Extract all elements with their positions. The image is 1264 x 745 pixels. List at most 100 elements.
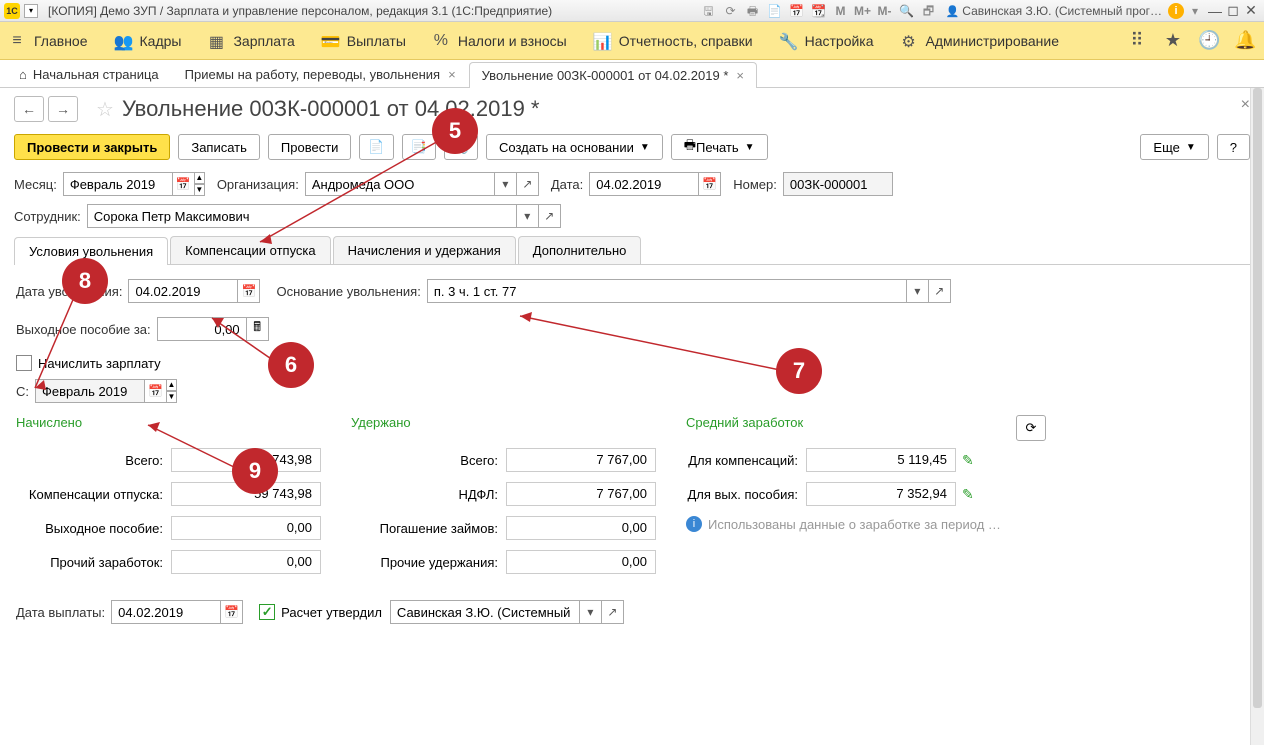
tab-home[interactable]: ⌂Начальная страница bbox=[6, 61, 172, 87]
tb-icon-4[interactable]: 📄 bbox=[766, 2, 784, 20]
menu-admin[interactable]: ⚙Администрирование bbox=[900, 32, 1060, 50]
tab-dismissal-close-icon[interactable]: × bbox=[736, 68, 744, 83]
employee-field[interactable] bbox=[87, 204, 517, 228]
menu-settings[interactable]: 🔧Настройка bbox=[779, 32, 874, 50]
maximize-button[interactable]: ◻ bbox=[1224, 2, 1242, 19]
window-titlebar: 1C ▾ [КОПИЯ] Демо ЗУП / Зарплата и управ… bbox=[0, 0, 1264, 22]
severance-calc-icon[interactable]: 🖩 bbox=[247, 317, 269, 341]
save-button[interactable]: Записать bbox=[178, 134, 260, 160]
month-field[interactable] bbox=[63, 172, 173, 196]
tab-hires-close-icon[interactable]: × bbox=[448, 67, 456, 82]
print-button[interactable]: 🖶 Печать▼ bbox=[671, 134, 768, 160]
month-calendar-icon[interactable]: 📅 bbox=[173, 172, 195, 196]
tb-mminus[interactable]: M- bbox=[876, 2, 894, 20]
print-form-button[interactable]: 📑 bbox=[402, 134, 436, 160]
bell-icon[interactable]: 🔔 bbox=[1234, 30, 1256, 52]
tb-m[interactable]: M bbox=[832, 2, 850, 20]
date-field[interactable] bbox=[589, 172, 699, 196]
approved-checkbox[interactable] bbox=[259, 604, 275, 620]
approved-by-field[interactable] bbox=[390, 600, 580, 624]
people-icon: 👥 bbox=[114, 32, 132, 50]
tb-dropdown-caret[interactable]: ▾ bbox=[1186, 2, 1204, 20]
month-label: Месяц: bbox=[14, 177, 57, 192]
tb-icon-calc[interactable]: 📅 bbox=[788, 2, 806, 20]
calc-salary-checkbox[interactable] bbox=[16, 355, 32, 371]
dismiss-date-field[interactable] bbox=[128, 279, 238, 303]
help-button[interactable]: ? bbox=[1217, 134, 1250, 160]
reason-dropdown-icon[interactable]: ▾ bbox=[907, 279, 929, 303]
tab-hires[interactable]: Приемы на работу, переводы, увольнения× bbox=[172, 61, 469, 87]
info-icon[interactable]: i bbox=[1168, 3, 1184, 19]
from-stepper[interactable]: ▲▼ bbox=[167, 379, 177, 403]
severance-label: Выходное пособие за: bbox=[16, 322, 151, 337]
command-bar: Провести и закрыть Записать Провести 📄 📑… bbox=[14, 134, 1250, 160]
page-close-icon[interactable]: × bbox=[1241, 96, 1250, 114]
reason-open-icon[interactable]: ↗ bbox=[929, 279, 951, 303]
menu-salary[interactable]: ▦Зарплата bbox=[207, 32, 294, 50]
menu-taxes[interactable]: %Налоги и взносы bbox=[432, 32, 567, 50]
number-field bbox=[783, 172, 893, 196]
tb-mplus[interactable]: M+ bbox=[854, 2, 872, 20]
history-icon[interactable]: 🕘 bbox=[1198, 30, 1220, 52]
tb-icon-1[interactable]: 🖫 bbox=[700, 2, 718, 20]
avg-for-comp: 5 119,45 bbox=[806, 448, 956, 472]
close-button[interactable]: ✕ bbox=[1242, 2, 1260, 19]
date-calendar-icon[interactable]: 📅 bbox=[699, 172, 721, 196]
menu-kadry[interactable]: 👥Кадры bbox=[114, 32, 182, 50]
app-logo-icon: 1C bbox=[4, 3, 20, 19]
page-header: ← → ☆ Увольнение 00ЗК-000001 от 04.02.20… bbox=[14, 96, 1250, 122]
paydate-field[interactable] bbox=[111, 600, 221, 624]
menu-main[interactable]: ≡Главное bbox=[8, 32, 88, 50]
titlebar-dropdown-icon[interactable]: ▾ bbox=[24, 4, 38, 18]
minimize-button[interactable]: — bbox=[1206, 3, 1224, 19]
approved-open-icon[interactable]: ↗ bbox=[602, 600, 624, 624]
nav-back-button[interactable]: ← bbox=[14, 96, 44, 122]
favorite-toggle-icon[interactable]: ☆ bbox=[96, 97, 114, 122]
more-button[interactable]: Еще▼ bbox=[1140, 134, 1208, 160]
vertical-scrollbar[interactable] bbox=[1250, 88, 1264, 745]
scrollbar-thumb[interactable] bbox=[1253, 88, 1262, 708]
tab-dismissal[interactable]: Увольнение 00ЗК-000001 от 04.02.2019 *× bbox=[469, 62, 757, 88]
paydate-calendar-icon[interactable]: 📅 bbox=[221, 600, 243, 624]
org-open-icon[interactable]: ↗ bbox=[517, 172, 539, 196]
attach-button[interactable]: 📎 bbox=[444, 134, 478, 160]
approved-dropdown-icon[interactable]: ▾ bbox=[580, 600, 602, 624]
tb-icon-2[interactable]: ⟳ bbox=[722, 2, 740, 20]
month-stepper[interactable]: ▲▼ bbox=[195, 172, 205, 196]
employee-row: Сотрудник: ▾ ↗ bbox=[14, 204, 1250, 228]
chevron-down-icon: ▼ bbox=[745, 142, 755, 153]
org-dropdown-icon[interactable]: ▾ bbox=[495, 172, 517, 196]
nav-forward-button[interactable]: → bbox=[48, 96, 78, 122]
tb-float-icon[interactable]: 🗗 bbox=[920, 2, 938, 20]
doc-flow-button[interactable]: 📄 bbox=[359, 134, 393, 160]
post-button[interactable]: Провести bbox=[268, 134, 352, 160]
dismiss-reason-field[interactable] bbox=[427, 279, 907, 303]
subtab-accruals[interactable]: Начисления и удержания bbox=[333, 236, 516, 264]
edit-avg-comp-icon[interactable]: ✎ bbox=[962, 452, 974, 469]
edit-avg-sev-icon[interactable]: ✎ bbox=[962, 486, 974, 503]
from-label: С: bbox=[16, 384, 29, 399]
menu-payments[interactable]: 💳Выплаты bbox=[321, 32, 406, 50]
employee-dropdown-icon[interactable]: ▾ bbox=[517, 204, 539, 228]
tb-icon-date[interactable]: 📆 bbox=[810, 2, 828, 20]
refresh-button[interactable]: ⟳ bbox=[1016, 415, 1046, 441]
tb-search-icon[interactable]: 🔍 bbox=[898, 2, 916, 20]
subtab-compensation[interactable]: Компенсации отпуска bbox=[170, 236, 331, 264]
menu-reports[interactable]: 📊Отчетность, справки bbox=[593, 32, 753, 50]
apps-icon[interactable]: ⠿ bbox=[1126, 30, 1148, 52]
dismiss-date-calendar-icon[interactable]: 📅 bbox=[238, 279, 260, 303]
employee-open-icon[interactable]: ↗ bbox=[539, 204, 561, 228]
from-calendar-icon[interactable]: 📅 bbox=[145, 379, 167, 403]
severance-field[interactable] bbox=[157, 317, 247, 341]
window-title: [КОПИЯ] Демо ЗУП / Зарплата и управление… bbox=[42, 4, 698, 18]
subtab-additional[interactable]: Дополнительно bbox=[518, 236, 642, 264]
dismiss-date-label: Дата увольнения: bbox=[16, 284, 122, 299]
post-and-close-button[interactable]: Провести и закрыть bbox=[14, 134, 170, 160]
tb-icon-3[interactable]: 🖶 bbox=[744, 2, 762, 20]
create-based-button[interactable]: Создать на основании▼ bbox=[486, 134, 663, 160]
current-user[interactable]: Савинская З.Ю. (Системный прог… bbox=[946, 4, 1163, 18]
subtab-conditions[interactable]: Условия увольнения bbox=[14, 237, 168, 265]
chart-icon: 📊 bbox=[593, 32, 611, 50]
org-field[interactable] bbox=[305, 172, 495, 196]
favorite-star-icon[interactable]: ★ bbox=[1162, 30, 1184, 52]
